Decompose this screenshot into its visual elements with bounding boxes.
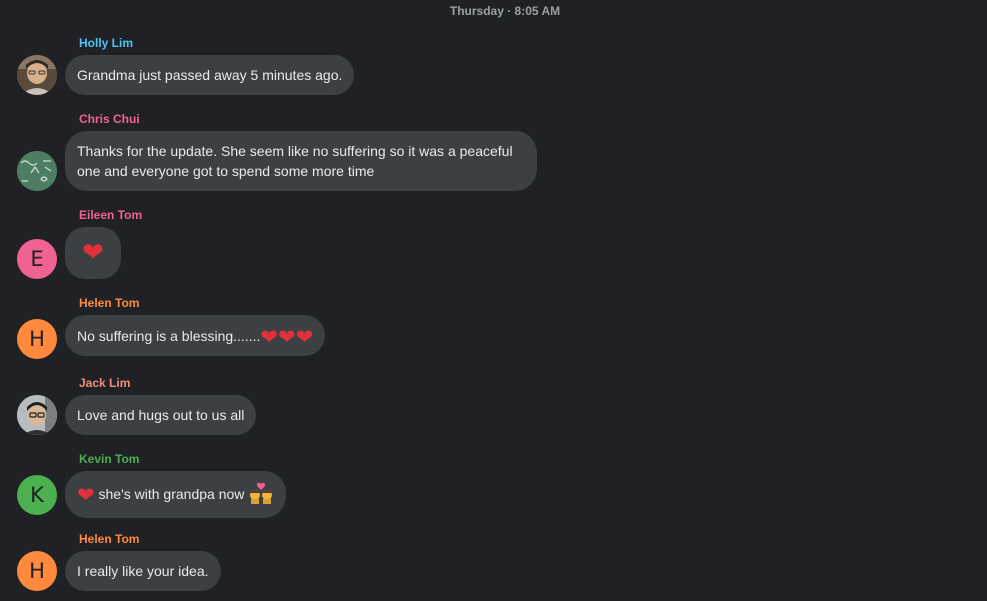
heart-icon: ❤ <box>77 483 95 507</box>
sender-name: Helen Tom <box>79 532 140 546</box>
heart-icon: ❤❤❤ <box>260 325 314 349</box>
avatar[interactable]: K <box>17 475 57 515</box>
avatar-letter: E <box>30 247 44 271</box>
sender-name: Chris Chui <box>79 112 140 126</box>
message-text: No suffering is a blessing....... <box>77 328 261 344</box>
message-bubble[interactable]: I really like your idea. <box>65 551 221 591</box>
photo-avatar-icon <box>17 395 57 435</box>
sender-name: Holly Lim <box>79 36 134 50</box>
photo-avatar-icon <box>17 55 57 95</box>
sender-name: Eileen Tom <box>79 208 143 222</box>
sender-name: Kevin Tom <box>79 452 140 466</box>
avatar[interactable]: H <box>17 551 57 591</box>
avatar-letter: H <box>29 559 45 583</box>
message-bubble[interactable]: ❤ <box>65 227 121 279</box>
avatar[interactable] <box>17 151 57 191</box>
chalkboard-avatar-icon <box>17 151 57 191</box>
message-bubble[interactable]: No suffering is a blessing.......❤❤❤ <box>65 315 326 356</box>
avatar[interactable] <box>17 395 57 435</box>
sender-name: Helen Tom <box>79 296 140 310</box>
message-bubble[interactable]: Thanks for the update. She seem like no … <box>65 131 537 191</box>
heart-icon: ❤ <box>82 238 104 268</box>
sender-name: Jack Lim <box>79 376 131 390</box>
message-bubble[interactable]: Grandma just passed away 5 minutes ago. <box>65 55 355 95</box>
avatar-letter: H <box>29 327 45 351</box>
avatar[interactable]: H <box>17 319 57 359</box>
kiss-emoji-icon <box>248 482 274 509</box>
date-separator: Thursday · 8:05 AM <box>449 4 561 18</box>
message-text: she's with grandpa now <box>94 486 245 502</box>
avatar[interactable] <box>17 55 57 95</box>
avatar[interactable]: E <box>17 239 57 279</box>
message-bubble[interactable]: ❤ she's with grandpa now <box>65 471 287 518</box>
avatar-letter: K <box>30 483 44 507</box>
message-bubble[interactable]: Love and hugs out to us all <box>65 395 257 435</box>
chat-thread: Thursday · 8:05 AM Holly Lim Grandma jus… <box>0 0 987 601</box>
